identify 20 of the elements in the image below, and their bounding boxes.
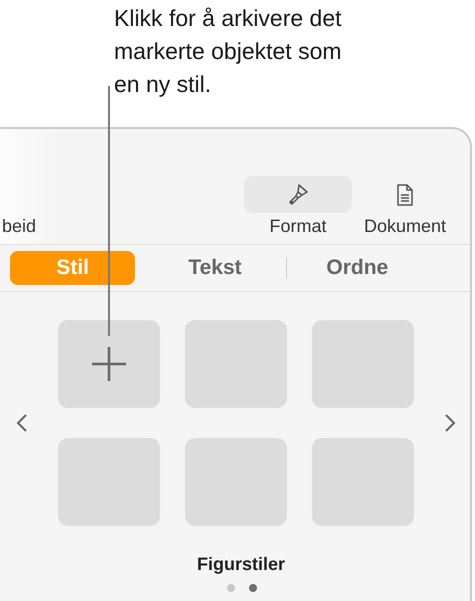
callout-text: Klikk for å arkivere det markerte objektet som en ny stil.: [114, 4, 343, 99]
style-tile[interactable]: [312, 438, 414, 526]
style-tile[interactable]: [185, 320, 287, 408]
chevron-left-icon[interactable]: [16, 413, 28, 433]
section-title: Figurstiler: [196, 554, 286, 575]
style-tile[interactable]: [185, 438, 287, 526]
toolbar-label: Format: [269, 216, 326, 237]
style-tile[interactable]: [312, 320, 414, 408]
plus-icon: [91, 346, 127, 382]
add-style-tile[interactable]: [58, 320, 160, 408]
document-icon: [396, 182, 414, 206]
page-dot[interactable]: [227, 584, 235, 592]
tab[interactable]: Tekst: [152, 251, 278, 285]
paintbrush-icon: [287, 182, 309, 206]
tab[interactable]: Ordne: [294, 251, 420, 285]
toolbar-label: Dokument: [364, 216, 446, 237]
page-dot[interactable]: [249, 584, 257, 592]
toolbar-label: beid: [2, 216, 36, 237]
chevron-right-icon[interactable]: [444, 413, 456, 433]
style-tile[interactable]: [58, 438, 160, 526]
